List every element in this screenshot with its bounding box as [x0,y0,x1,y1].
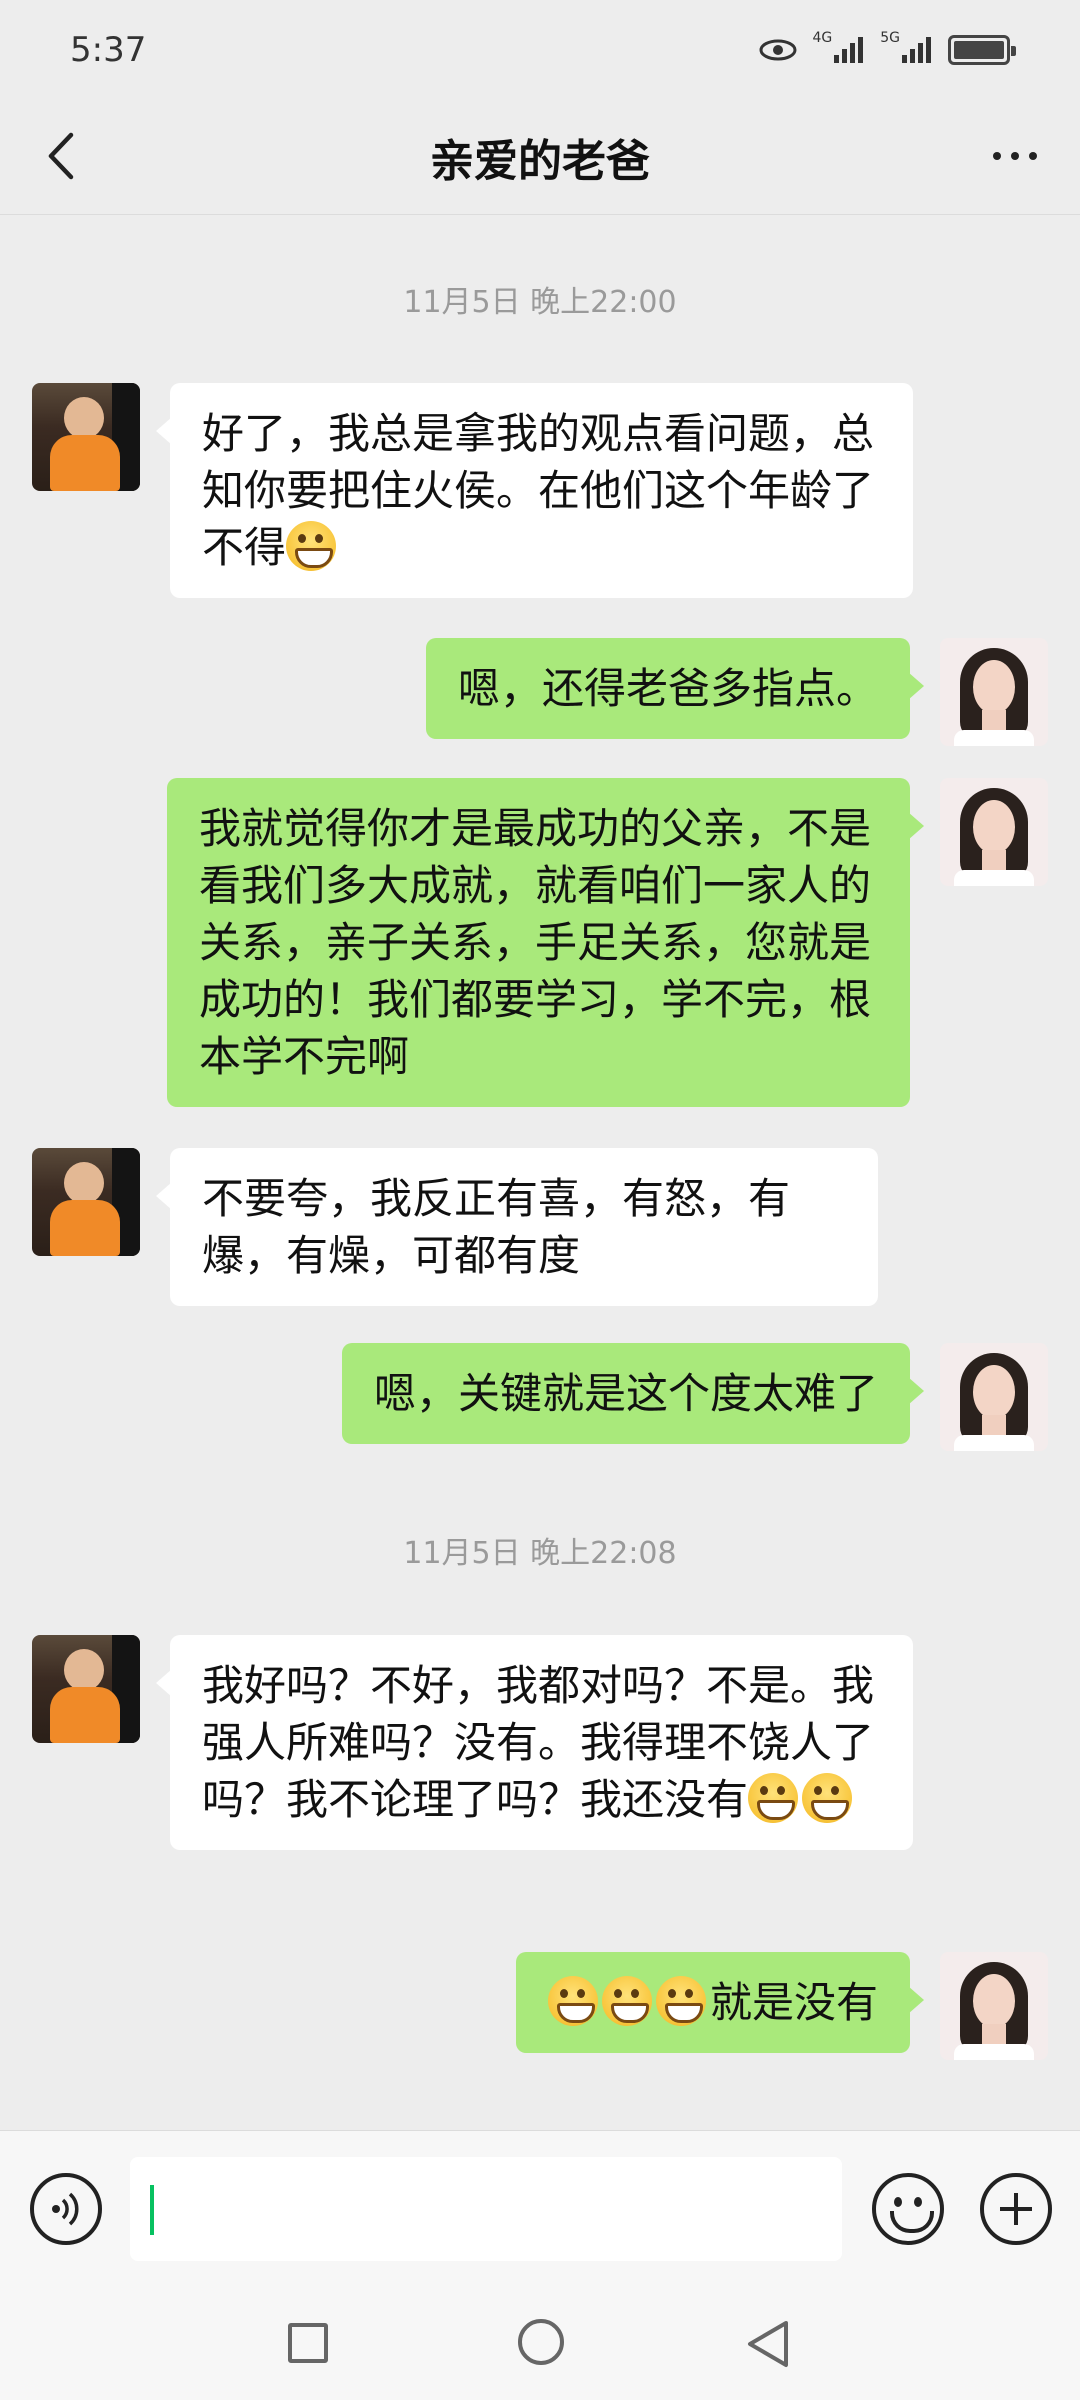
grin-emoji-icon [286,521,337,571]
avatar-dad[interactable] [32,1148,140,1256]
avatar-me[interactable] [940,1343,1048,1451]
timestamp: 11月5日 晚上22:08 [403,1536,677,1571]
avatar-me[interactable] [940,638,1048,746]
avatar-me[interactable] [940,1952,1048,2060]
avatar-dad[interactable] [32,383,140,491]
message-text: 我就觉得你才是最成功的父亲，不是看我们多大成就，就看咱们一家人的关系，亲子关系，… [199,804,872,1081]
grin-emoji-icon [748,1773,799,1823]
chat-area[interactable]: 11月5日 晚上22:00 好了，我总是拿我的观点看问题，总知你要把住火侯。在他… [0,215,1080,2130]
message-bubble-sent[interactable]: 嗯，关键就是这个度太难了 [341,1343,925,1444]
emoji-button[interactable] [872,2173,944,2245]
eye-icon [758,38,798,62]
net-label-5g: 5G [880,30,900,46]
message-input[interactable] [130,2157,842,2261]
message-bubble-received[interactable]: 不要夸，我反正有喜，有怒，有爆，有燥，可都有度 [156,1148,878,1306]
battery-icon [948,35,1016,65]
message-bubble-received[interactable]: 我好吗？不好，我都对吗？不是。我强人所难吗？没有。我得理不饶人了吗？我不论理了吗… [156,1635,913,1850]
avatar-me[interactable] [940,778,1048,886]
recent-apps-icon[interactable] [288,2323,328,2363]
chat-header: 亲爱的老爸 [0,100,1080,215]
back-icon[interactable] [744,2319,792,2369]
message-bubble-sent[interactable]: 嗯，还得老爸多指点。 [425,638,925,739]
net-label-4g: 4G [812,30,833,46]
chat-title: 亲爱的老爸 [430,136,650,187]
status-time: 5:37 [70,30,147,70]
grin-emoji-icon [601,1976,652,2026]
more-button[interactable] [980,126,1050,186]
message-bubble-sent[interactable]: 就是没有 [515,1952,925,2053]
status-bar: 5:37 4G 5G [0,0,1080,100]
message-text: 就是没有 [709,1978,878,2027]
message-text: 嗯，关键就是这个度太难了 [373,1369,878,1418]
chevron-left-icon [48,132,74,180]
back-button[interactable] [30,126,90,186]
signal-4g-icon: 4G [812,30,866,65]
text-caret [150,2185,154,2235]
more-dots-icon [993,152,1001,160]
voice-button[interactable] [30,2173,102,2245]
avatar-dad[interactable] [32,1635,140,1743]
signal-5g-icon: 5G [880,30,934,65]
grin-emoji-icon [547,1976,598,2026]
message-bubble-sent[interactable]: 我就觉得你才是最成功的父亲，不是看我们多大成就，就看咱们一家人的关系，亲子关系，… [167,778,924,1107]
more-functions-button[interactable] [980,2173,1052,2245]
grin-emoji-icon [802,1773,853,1823]
grin-emoji-icon [655,1976,706,2026]
message-text: 嗯，还得老爸多指点。 [457,664,878,713]
timestamp: 11月5日 晚上22:00 [403,285,677,320]
message-bubble-received[interactable]: 好了，我总是拿我的观点看问题，总知你要把住火侯。在他们这个年龄了不得 [156,383,913,598]
home-icon[interactable] [518,2319,564,2365]
system-nav-bar [0,2285,1080,2400]
message-text: 不要夸，我反正有喜，有怒，有爆，有燥，可都有度 [202,1174,791,1280]
status-icons: 4G 5G [758,30,1016,65]
voice-icon [52,2192,79,2226]
input-bar [0,2130,1080,2285]
